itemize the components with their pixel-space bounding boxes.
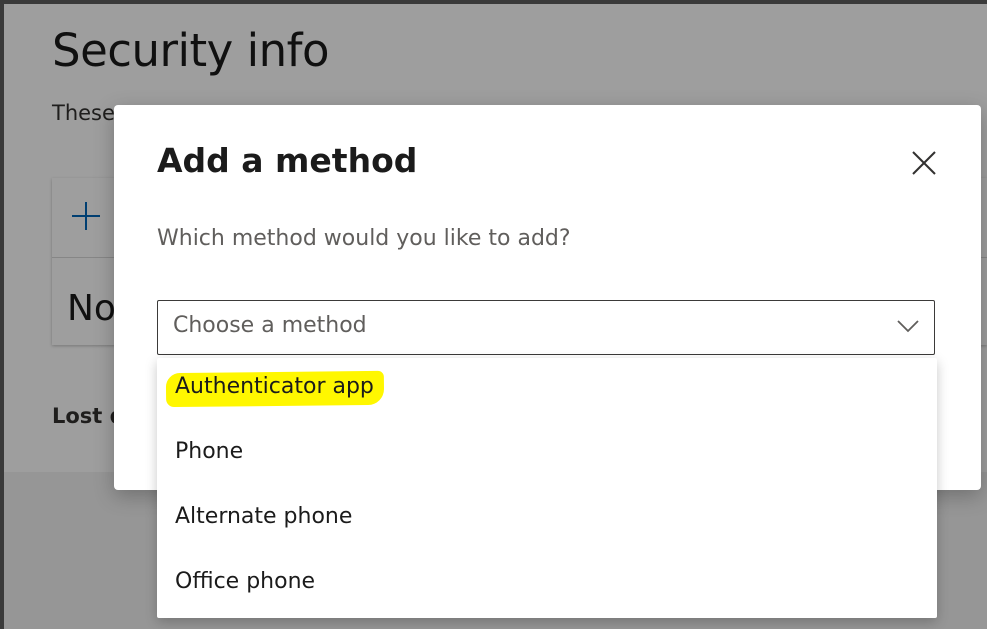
select-placeholder: Choose a method [173,313,367,338]
option-label: Phone [175,439,244,464]
option-label: Office phone [175,569,316,594]
option-label: Authenticator app [175,374,374,399]
close-icon [912,151,936,175]
method-dropdown-list: Authenticator app Phone Alternate phone … [157,358,937,618]
close-button[interactable] [906,145,942,181]
window-border-top [0,0,987,4]
dialog-title: Add a method [157,141,418,180]
option-alternate-phone[interactable]: Alternate phone [157,488,937,553]
method-select[interactable]: Choose a method [157,300,935,355]
option-office-phone[interactable]: Office phone [157,553,937,618]
option-label: Alternate phone [175,504,353,529]
option-phone[interactable]: Phone [157,423,937,488]
chevron-down-icon [897,320,919,333]
dialog-prompt: Which method would you like to add? [157,226,571,251]
option-authenticator-app[interactable]: Authenticator app [157,358,937,423]
window-border-left [0,0,4,629]
